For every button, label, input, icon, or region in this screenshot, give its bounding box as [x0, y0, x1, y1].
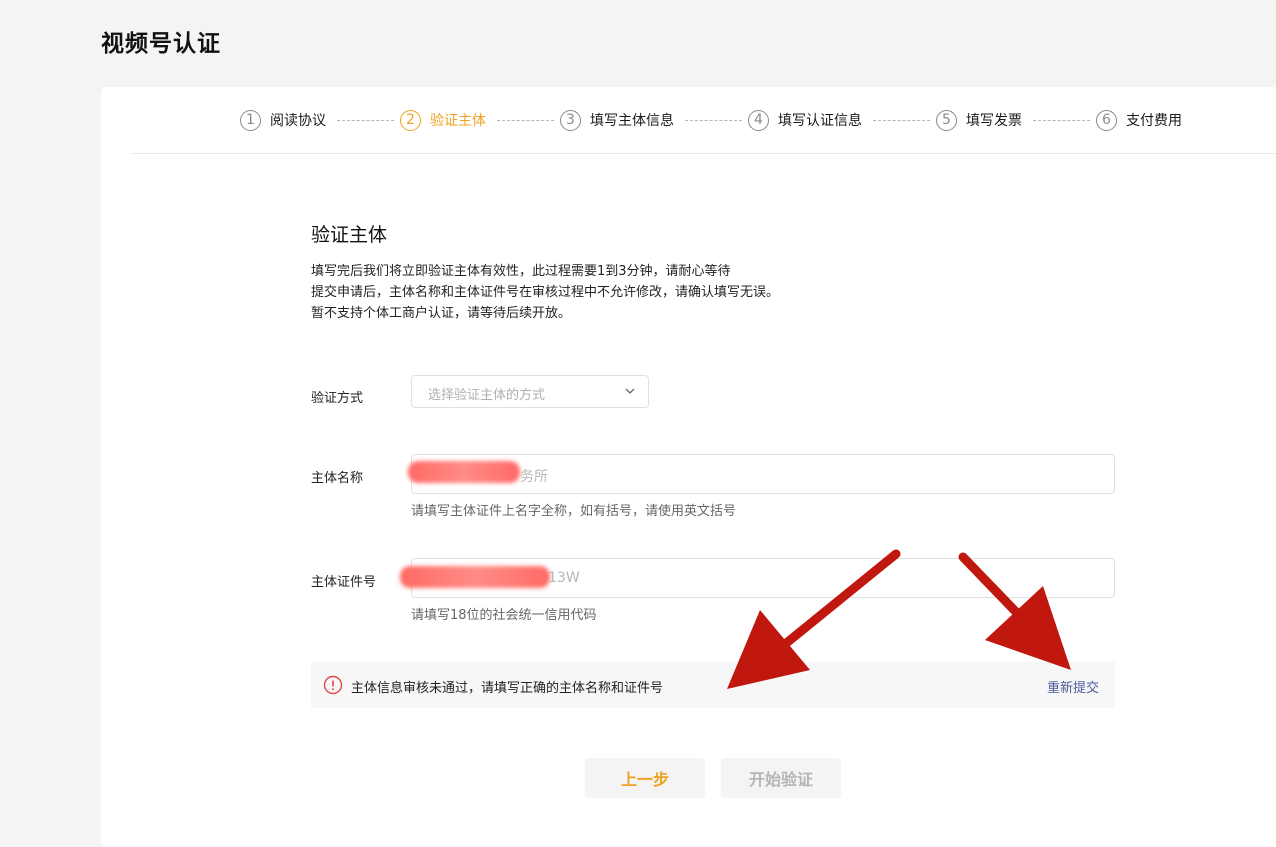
redaction-mark	[400, 566, 550, 588]
description-line: 暂不支持个体工商户认证，请等待后续开放。	[311, 306, 572, 321]
error-alert: 主体信息审核未通过，请填写正确的主体名称和证件号 重新提交	[311, 662, 1115, 708]
entity-name-hint: 请填写主体证件上名字全称，如有括号，请使用英文括号	[411, 504, 737, 519]
step-separator	[685, 120, 742, 121]
step-label: 填写认证信息	[778, 113, 862, 129]
method-label: 验证方式	[311, 391, 364, 406]
method-placeholder: 选择验证主体的方式	[428, 388, 546, 403]
step-label: 支付费用	[1126, 113, 1182, 129]
step-separator	[337, 120, 394, 121]
step-number: 2	[400, 109, 421, 131]
step-2: 2 验证主体	[400, 108, 486, 132]
entity-name-input[interactable]: 务所	[408, 454, 1115, 494]
verification-card: 1 阅读协议 2 验证主体 3 填写主体信息 4 填写认证信息 5 填写发票 6…	[101, 87, 1276, 847]
description-line: 提交申请后，主体名称和主体证件号在审核过程中不允许修改，请确认填写无误。	[311, 285, 780, 300]
exclamation-circle-icon	[323, 675, 343, 695]
step-label: 填写主体信息	[590, 113, 674, 129]
entity-id-input[interactable]: 13W	[400, 558, 1115, 598]
step-5: 5 填写发票	[936, 108, 1022, 132]
redaction-mark	[408, 461, 520, 483]
step-1: 1 阅读协议	[240, 108, 326, 132]
entity-id-value: 13W	[548, 570, 580, 586]
step-separator	[1033, 120, 1090, 121]
page-title: 视频号认证	[101, 31, 221, 57]
step-label: 填写发票	[966, 113, 1022, 129]
step-label: 阅读协议	[270, 113, 326, 129]
section-description: 填写完后我们将立即验证主体有效性，此过程需要1到3分钟，请耐心等待 提交申请后，…	[311, 261, 779, 324]
resubmit-link[interactable]: 重新提交	[1047, 677, 1099, 696]
step-number: 4	[748, 109, 769, 131]
step-number: 5	[936, 109, 957, 131]
step-separator	[873, 120, 930, 121]
method-select[interactable]: 选择验证主体的方式	[411, 375, 649, 408]
start-verify-button[interactable]: 开始验证	[721, 758, 841, 798]
step-indicator: 1 阅读协议 2 验证主体 3 填写主体信息 4 填写认证信息 5 填写发票 6…	[101, 87, 1276, 153]
entity-id-label: 主体证件号	[311, 575, 377, 590]
section-title: 验证主体	[311, 224, 388, 246]
prev-step-button[interactable]: 上一步	[585, 758, 705, 798]
step-number: 3	[560, 109, 581, 131]
header-divider	[131, 153, 1276, 154]
step-3: 3 填写主体信息	[560, 108, 674, 132]
step-separator	[497, 120, 554, 121]
step-number: 6	[1096, 109, 1117, 131]
alert-message: 主体信息审核未通过，请填写正确的主体名称和证件号	[351, 681, 664, 696]
step-label: 验证主体	[430, 113, 486, 129]
step-number: 1	[240, 109, 261, 131]
step-4: 4 填写认证信息	[748, 108, 862, 132]
entity-name-label: 主体名称	[311, 471, 364, 486]
chevron-down-icon	[625, 388, 635, 394]
entity-id-hint: 请填写18位的社会统一信用代码	[411, 608, 597, 623]
description-line: 填写完后我们将立即验证主体有效性，此过程需要1到3分钟，请耐心等待	[311, 264, 731, 279]
step-6: 6 支付费用	[1096, 108, 1182, 132]
entity-name-value: 务所	[520, 469, 548, 485]
